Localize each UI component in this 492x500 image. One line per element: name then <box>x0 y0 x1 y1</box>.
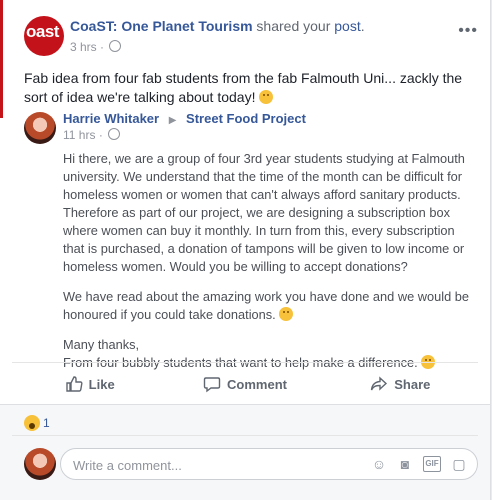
comment-box[interactable]: ☺ ◙ GIF ▢ <box>60 448 478 480</box>
author-name-link[interactable]: Harrie Whitaker <box>63 111 159 126</box>
org-name-link[interactable]: CoaST: One Planet Tourism <box>70 18 253 34</box>
smile-emoji-icon <box>259 90 274 104</box>
emoji-icon[interactable]: ☺ <box>371 456 387 472</box>
arrow-right-icon: ▶ <box>168 115 177 126</box>
reactions-and-comments: 1 ☺ ◙ GIF ▢ <box>0 405 490 500</box>
post-meta: 3 hrs · <box>70 40 122 54</box>
like-button[interactable]: Like <box>12 364 167 404</box>
post-message: Fab idea from four fab students from the… <box>24 69 474 107</box>
post-card: oast CoaST: One Planet Tourism shared yo… <box>0 0 491 500</box>
share-arrow-icon <box>371 376 388 391</box>
shared-text: shared your <box>252 18 335 34</box>
sticker-icon[interactable]: ▢ <box>451 456 467 472</box>
thumbs-up-icon <box>65 376 83 392</box>
org-avatar[interactable]: oast <box>24 16 64 56</box>
accent-edge <box>0 0 3 118</box>
signoff-line: Many thanks, <box>63 337 140 352</box>
reaction-count[interactable]: 1 <box>43 416 50 430</box>
comment-input[interactable] <box>71 456 355 474</box>
post-header-line: CoaST: One Planet Tourism shared your po… <box>70 18 365 34</box>
wow-reaction-icon[interactable] <box>24 415 40 431</box>
blush-emoji-icon <box>279 307 294 321</box>
post-link-suffix: . <box>360 18 365 34</box>
shared-author-line: Harrie Whitaker ▶ Street Food Project <box>63 111 306 126</box>
meta-separator: · <box>100 40 105 54</box>
like-label: Like <box>88 376 115 392</box>
body-paragraph: We have read about the amazing work you … <box>63 288 475 324</box>
body-paragraph: Hi there, we are a group of four 3rd yea… <box>63 151 465 274</box>
post-header: oast CoaST: One Planet Tourism shared yo… <box>24 16 484 60</box>
org-logo-text: oast <box>26 22 59 41</box>
meta-separator: · <box>98 128 103 142</box>
author-avatar[interactable] <box>24 112 56 144</box>
post-message-text: Fab idea from four fab students from the… <box>24 70 463 105</box>
comment-label: Comment <box>227 376 287 392</box>
post-link[interactable]: post <box>334 18 360 34</box>
globe-icon <box>108 128 121 140</box>
comment-button[interactable]: Comment <box>167 364 322 404</box>
more-options-icon[interactable]: ••• <box>458 22 478 40</box>
shared-meta: 11 hrs · <box>63 128 121 142</box>
divider <box>12 362 478 363</box>
globe-icon <box>109 40 122 52</box>
post-time[interactable]: 3 hrs <box>70 40 97 54</box>
comment-tools: ☺ ◙ GIF ▢ <box>371 456 467 472</box>
share-button[interactable]: Share <box>323 364 478 404</box>
camera-icon[interactable]: ◙ <box>397 456 413 472</box>
comment-bubble-icon <box>203 377 221 393</box>
divider <box>12 435 478 436</box>
gif-icon[interactable]: GIF <box>423 456 441 472</box>
action-bar: Like Comment Share <box>12 364 478 404</box>
commenter-avatar <box>24 448 56 480</box>
share-label: Share <box>394 376 431 392</box>
shared-time[interactable]: 11 hrs <box>63 128 95 142</box>
body-paragraph-text: We have read about the amazing work you … <box>63 289 469 322</box>
shared-post-body: Hi there, we are a group of four 3rd yea… <box>63 150 475 384</box>
group-link[interactable]: Street Food Project <box>186 111 306 126</box>
